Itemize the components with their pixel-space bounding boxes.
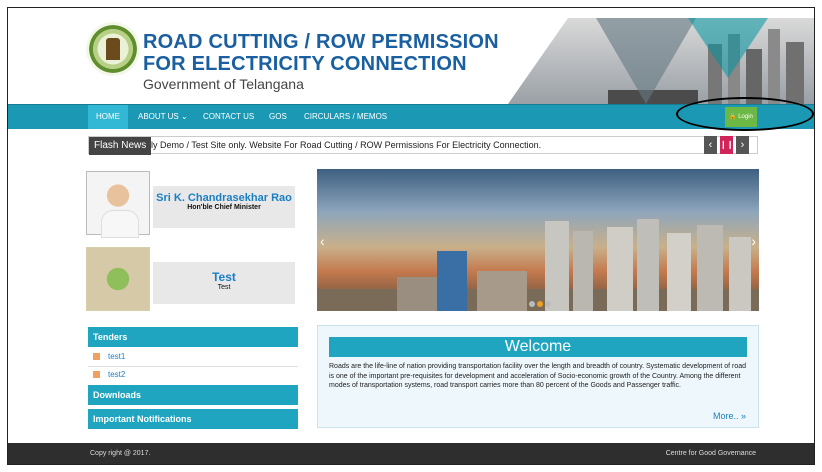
slider-dot-active[interactable]: [537, 301, 543, 307]
welcome-panel: Welcome Roads are the life-line of natio…: [317, 325, 759, 428]
nav-gos[interactable]: GOS: [261, 105, 295, 129]
chief-minister-photo: [86, 171, 150, 238]
site-title-line1: ROAD CUTTING / ROW PERMISSION: [143, 31, 499, 53]
nav-circulars-memos[interactable]: CIRCULARS / MEMOS: [296, 105, 395, 129]
nav-about-us[interactable]: ABOUT US ⌄: [130, 105, 196, 129]
flash-next-button[interactable]: ›: [736, 136, 749, 154]
flash-news-text[interactable]: ly Demo / Test Site only. Website For Ro…: [151, 137, 541, 154]
more-link[interactable]: More.. »: [713, 411, 746, 421]
page-frame: ROAD CUTTING / ROW PERMISSION FOR ELECTR…: [7, 7, 815, 465]
flash-pause-button[interactable]: ❙❙: [720, 136, 733, 154]
chief-minister-role: Hon'ble Chief Minister: [187, 204, 261, 211]
checkbox-icon: [93, 371, 100, 379]
tender-item-label[interactable]: test1: [108, 352, 125, 361]
test-profile-name[interactable]: Test: [153, 270, 295, 284]
slider-dot[interactable]: [545, 301, 551, 307]
slider-dots: [529, 294, 553, 311]
nav-home[interactable]: HOME: [88, 105, 128, 129]
site-header: ROAD CUTTING / ROW PERMISSION FOR ELECTR…: [8, 8, 814, 104]
copyright-text: Copy right @ 2017.: [90, 450, 151, 457]
welcome-text: Roads are the life-line of nation provid…: [329, 363, 746, 389]
slider-dot[interactable]: [529, 301, 535, 307]
test-profile-card: Test Test: [153, 262, 295, 304]
important-notifications-heading[interactable]: Important Notifications: [88, 409, 298, 429]
flash-news-label: Flash News: [89, 137, 152, 155]
checkbox-icon: [93, 353, 100, 361]
footer-credit: Centre for Good Governance: [665, 450, 756, 457]
chief-minister-card: Sri K. Chandrasekhar Rao Hon'ble Chief M…: [153, 186, 295, 228]
chief-minister-name[interactable]: Sri K. Chandrasekhar Rao: [153, 192, 295, 204]
site-title-line2: FOR ELECTRICITY CONNECTION: [143, 53, 467, 75]
flash-prev-button[interactable]: ‹: [704, 136, 717, 154]
test-profile-role: Test: [217, 284, 231, 291]
test-profile-photo: [86, 247, 150, 311]
tender-item[interactable]: test1: [88, 349, 298, 365]
slider-prev-arrow[interactable]: ‹: [320, 233, 325, 249]
site-subtitle: Government of Telangana: [143, 76, 304, 92]
tenders-heading[interactable]: Tenders: [88, 327, 298, 347]
telangana-emblem-logo: [86, 22, 140, 76]
header-city-banner: [508, 18, 814, 104]
site-footer: Copy right @ 2017. Centre for Good Gover…: [8, 443, 814, 464]
tender-item[interactable]: test2: [88, 366, 298, 383]
tender-item-label[interactable]: test2: [108, 370, 125, 379]
nav-contact-us[interactable]: CONTACT US: [195, 105, 262, 129]
image-slider: ‹ ›: [317, 169, 759, 311]
welcome-title: Welcome: [329, 337, 747, 357]
flash-news-bar: Flash News ly Demo / Test Site only. Web…: [88, 136, 758, 155]
downloads-heading[interactable]: Downloads: [88, 385, 298, 405]
login-highlight-annotation: [676, 97, 814, 131]
slider-next-arrow[interactable]: ›: [751, 233, 756, 249]
